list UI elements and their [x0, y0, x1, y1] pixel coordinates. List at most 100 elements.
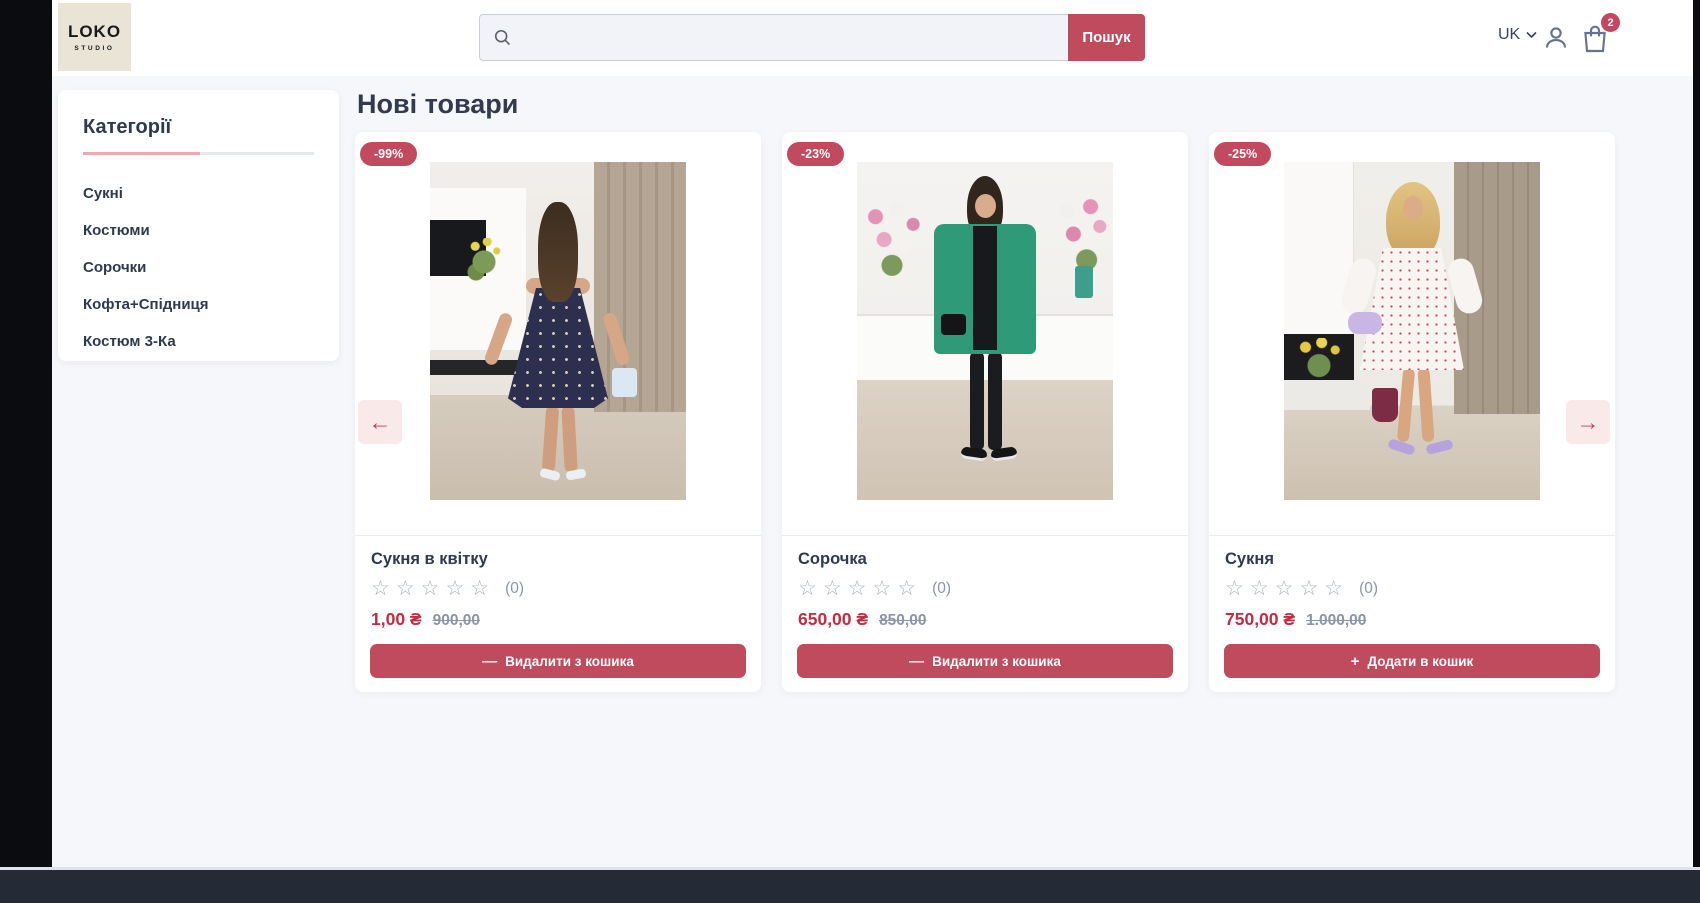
search-icon [492, 27, 513, 48]
person-icon [1541, 23, 1571, 53]
star-icons: ☆☆☆☆☆ [1225, 578, 1349, 599]
product-info: Сорочка ☆☆☆☆☆ (0) 650,00 ₴ 850,00 — Вида… [782, 535, 1188, 692]
photo-decor [1372, 388, 1398, 422]
account-button[interactable] [1541, 23, 1571, 53]
footer [0, 870, 1700, 903]
product-photo-link[interactable] [355, 132, 761, 535]
photo-decor [1348, 312, 1382, 334]
photo-decor [612, 368, 637, 397]
product-title[interactable]: Сорочка [798, 550, 1172, 569]
product-info: Сукня ☆☆☆☆☆ (0) 750,00 ₴ 1.000,00 + Дода… [1209, 535, 1615, 692]
discount-badge: -23% [787, 142, 844, 166]
minus-icon: — [909, 654, 924, 669]
photo-decor [1387, 438, 1416, 456]
plus-icon: + [1351, 654, 1360, 669]
price-row: 650,00 ₴ 850,00 [798, 609, 1172, 630]
discount-badge: -25% [1214, 142, 1271, 166]
product-image [1284, 162, 1540, 500]
search-input[interactable] [513, 15, 1058, 60]
product-image [430, 162, 686, 500]
product-card: -25% [1209, 132, 1615, 692]
photo-decor [859, 200, 925, 276]
screenshot-root: LOKO STUDIO Пошук UK [0, 0, 1700, 903]
language-label: UK [1498, 26, 1520, 44]
logo[interactable]: LOKO STUDIO [58, 3, 131, 71]
current-price: 1,00 ₴ [371, 609, 422, 630]
photo-decor [970, 352, 984, 450]
photo-decor [990, 446, 1017, 462]
button-label: Видалити з кошика [932, 654, 1061, 669]
sidebar-item-sukni[interactable]: Сукні [83, 175, 314, 212]
photo-decor [538, 202, 578, 302]
photo-decor [973, 226, 997, 350]
add-to-cart-button[interactable]: + Додати в кошик [1224, 644, 1600, 678]
photo-decor [542, 406, 560, 473]
rating-count: (0) [932, 580, 951, 598]
current-price: 750,00 ₴ [1225, 609, 1295, 630]
cart-button[interactable]: 2 [1579, 22, 1611, 56]
product-image [857, 162, 1113, 500]
photo-decor [1047, 196, 1113, 272]
photo-decor [988, 352, 1002, 450]
remove-from-cart-button[interactable]: — Видалити з кошика [797, 644, 1173, 678]
categories-title: Категорії [83, 116, 314, 139]
arrow-right-icon: → [1577, 409, 1600, 436]
photo-decor [975, 194, 996, 218]
photo-decor [594, 162, 686, 412]
price-row: 750,00 ₴ 1.000,00 [1225, 609, 1599, 630]
language-selector[interactable]: UK [1498, 26, 1537, 44]
product-photo-link[interactable] [782, 132, 1188, 535]
sidebar-item-sorochky[interactable]: Сорочки [83, 249, 314, 286]
old-price: 900,00 [433, 612, 480, 630]
rating-row: ☆☆☆☆☆ (0) [798, 578, 1172, 599]
current-price: 650,00 ₴ [798, 609, 868, 630]
arrow-left-icon: ← [369, 409, 392, 436]
photo-decor [1417, 368, 1434, 443]
old-price: 850,00 [879, 612, 926, 630]
rating-count: (0) [1359, 580, 1378, 598]
product-photo-link[interactable] [1209, 132, 1615, 535]
carousel-next-button[interactable]: → [1566, 400, 1610, 444]
photo-decor [464, 238, 504, 284]
old-price: 1.000,00 [1306, 612, 1366, 630]
header: LOKO STUDIO Пошук UK [52, 0, 1693, 76]
logo-text-sub: STUDIO [74, 45, 114, 52]
product-card: -23% [782, 132, 1188, 692]
chevron-down-icon [1526, 31, 1537, 39]
categories-panel: Категорії Сукні Костюми Сорочки Кофта+Сп… [58, 90, 339, 361]
star-icons: ☆☆☆☆☆ [371, 578, 495, 599]
categories-divider [83, 152, 314, 155]
page-title: Нові товари [357, 89, 518, 120]
sidebar-item-kostium-3ka[interactable]: Костюм 3-Ка [83, 323, 314, 360]
photo-decor [539, 468, 561, 482]
discount-badge: -99% [360, 142, 417, 166]
price-row: 1,00 ₴ 900,00 [371, 609, 745, 630]
page: LOKO STUDIO Пошук UK [52, 0, 1693, 903]
sidebar-item-kostiumy[interactable]: Костюми [83, 212, 314, 249]
photo-decor [1397, 368, 1415, 443]
search-bar: Пошук [479, 14, 1145, 61]
photo-decor [960, 446, 987, 462]
minus-icon: — [482, 654, 497, 669]
photo-decor [1292, 338, 1346, 384]
photo-decor [561, 406, 577, 473]
sidebar-item-kofta-spidnytsia[interactable]: Кофта+Спідниця [83, 286, 314, 323]
product-title[interactable]: Сукня [1225, 550, 1599, 569]
product-title[interactable]: Сукня в квітку [371, 550, 745, 569]
photo-decor [1075, 266, 1093, 298]
logo-text-main: LOKO [68, 22, 121, 42]
carousel-prev-button[interactable]: ← [358, 400, 402, 444]
search-button[interactable]: Пошук [1068, 14, 1145, 61]
rating-count: (0) [505, 580, 524, 598]
product-card: -99% [355, 132, 761, 692]
photo-decor [941, 314, 966, 335]
photo-decor [1284, 380, 1370, 410]
remove-from-cart-button[interactable]: — Видалити з кошика [370, 644, 746, 678]
categories-list: Сукні Костюми Сорочки Кофта+Спідниця Кос… [83, 175, 314, 360]
photo-decor [565, 468, 586, 480]
rating-row: ☆☆☆☆☆ (0) [1225, 578, 1599, 599]
search-input-wrap [479, 14, 1068, 61]
product-grid: -99% [355, 132, 1615, 692]
cart-count-badge: 2 [1601, 13, 1620, 32]
rating-row: ☆☆☆☆☆ (0) [371, 578, 745, 599]
